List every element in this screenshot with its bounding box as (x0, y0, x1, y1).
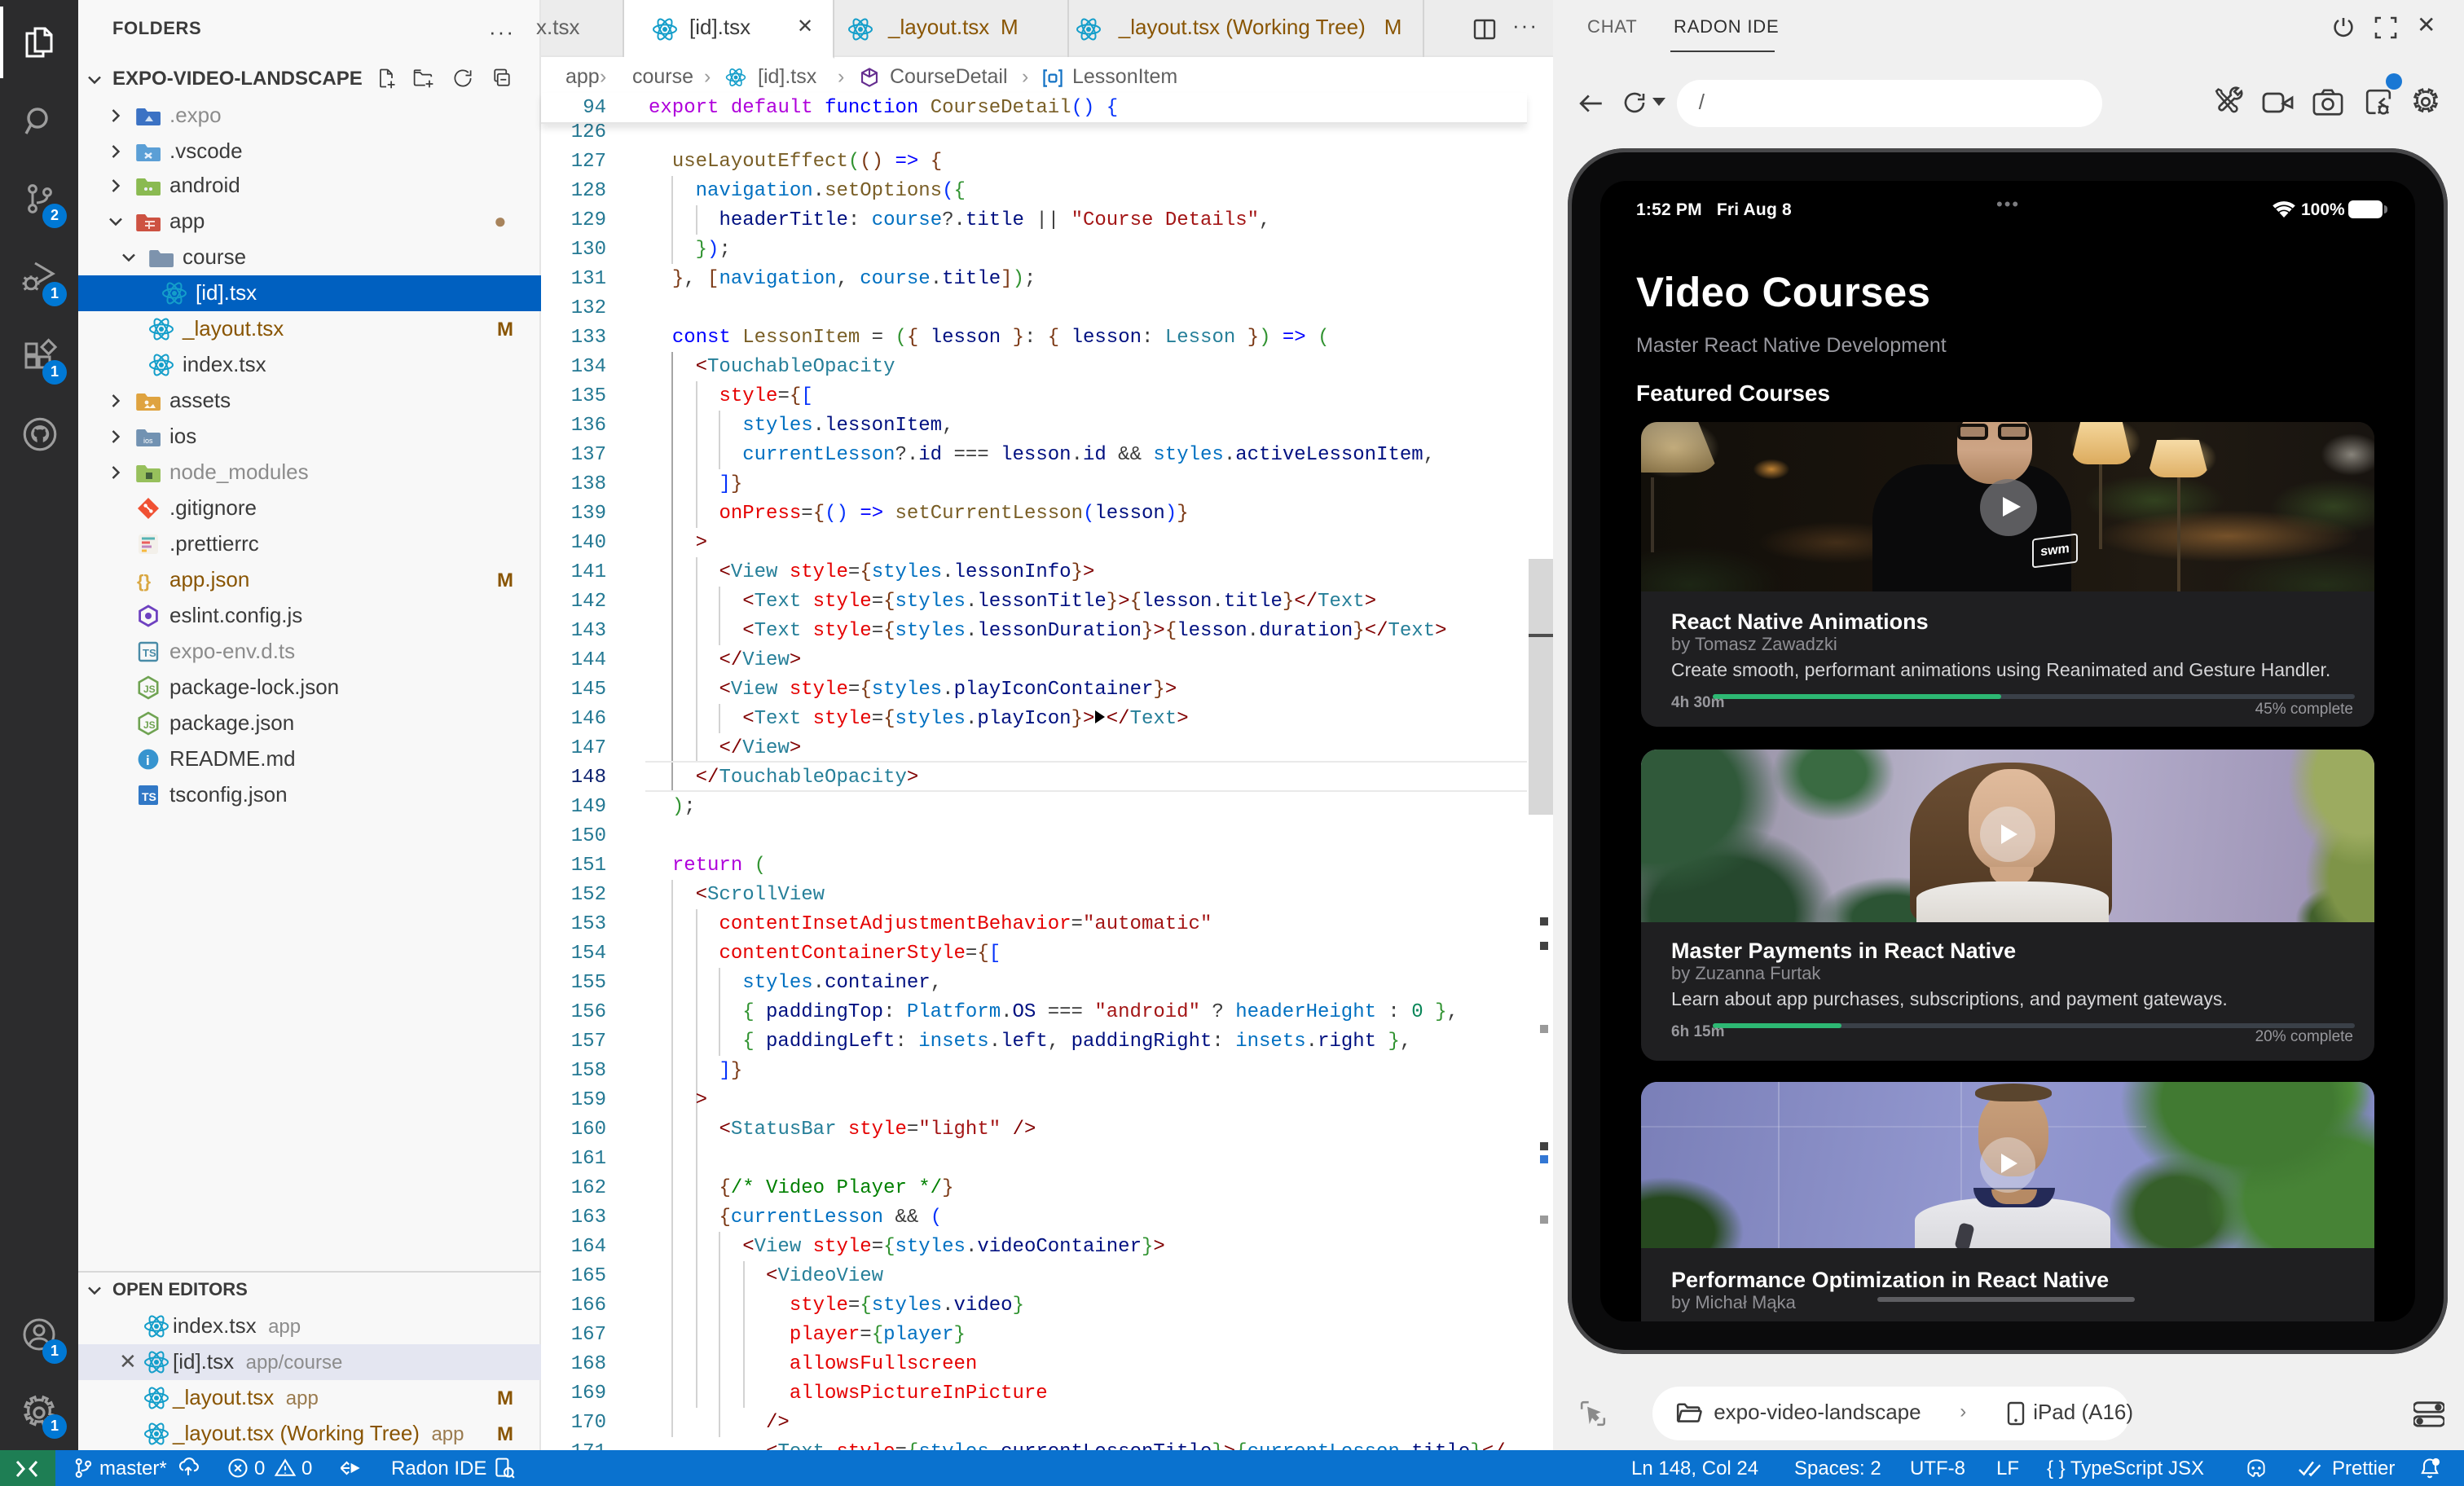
svg-text:JS: JS (143, 719, 156, 731)
svg-text:ios: ios (143, 437, 153, 445)
svg-text:JS: JS (143, 684, 156, 695)
svg-text:TS: TS (142, 790, 156, 803)
svg-text:{}: {} (137, 571, 152, 591)
svg-text:TS: TS (143, 647, 156, 659)
svg-text:i: i (146, 753, 150, 768)
